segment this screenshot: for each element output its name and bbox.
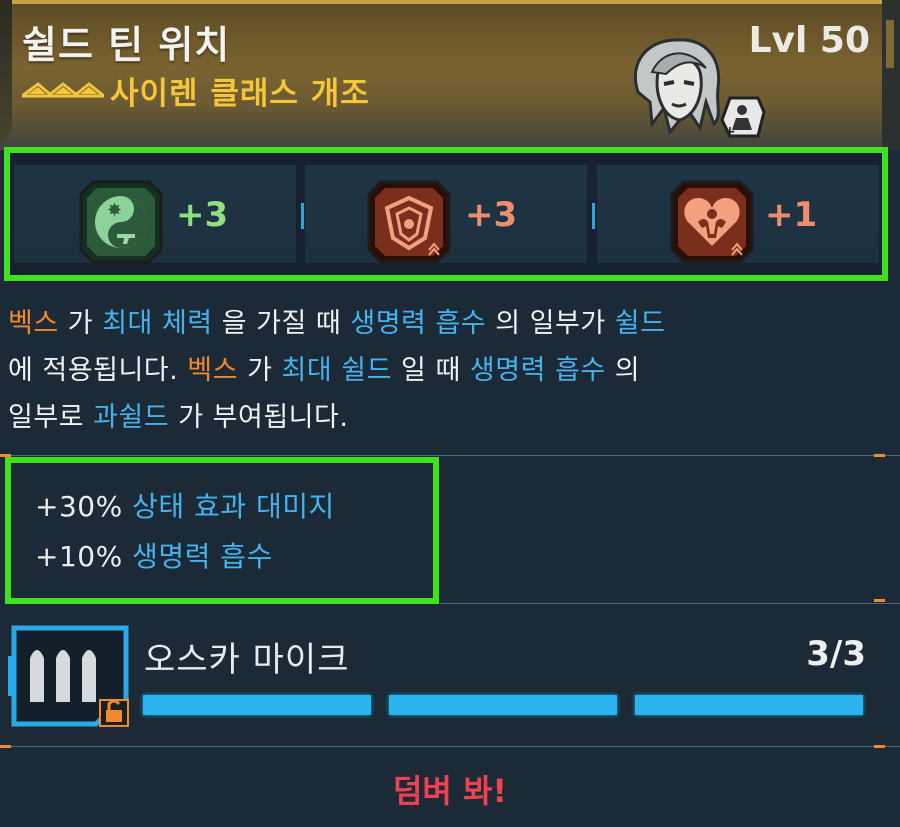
stat-line-1: +30% 상태 효과 대미지	[35, 490, 335, 523]
header-top-line	[0, 0, 900, 4]
heart-muscle-skill-icon	[670, 180, 754, 264]
divider-tick	[874, 599, 885, 602]
anointment-name: 오스카 마이크	[144, 640, 350, 680]
divider-tick	[0, 745, 11, 748]
skill-bonus-panel: ✸ +3 +3 +1	[4, 147, 888, 281]
item-name: 쉴드 틴 위치	[22, 23, 231, 67]
skill-bonus-2[interactable]: +3	[305, 165, 595, 264]
charge-segment	[635, 695, 863, 715]
item-description: 벡스 가 최대 체력 을 가질 때 생명력 흡수 의 일부가 쉴드 에 적용됩니…	[8, 300, 888, 441]
frame-nub	[886, 20, 894, 68]
item-class-label: 사이렌 클래스 개조	[110, 75, 370, 112]
section-divider	[440, 603, 900, 604]
shield-emblem-skill-icon	[367, 180, 451, 264]
anointment-count: 3/3	[806, 634, 866, 674]
stats-panel: +30% 상태 효과 대미지 +10% 생명력 흡수	[5, 457, 439, 604]
divider-tick	[874, 454, 885, 457]
siren-portrait-icon: +	[633, 38, 766, 140]
section-divider	[0, 746, 900, 747]
ammo-rounds-icon	[8, 625, 129, 727]
svg-text:✸: ✸	[107, 200, 122, 221]
item-class-row: 사이렌 클래스 개조	[22, 70, 370, 112]
charge-segment	[389, 695, 617, 715]
skill-separator	[592, 203, 595, 229]
item-header: 쉴드 틴 위치 사이렌 클래스 개조 Lvl 50 +	[0, 0, 900, 150]
skill-separator	[301, 203, 304, 229]
header-frame-left	[0, 0, 12, 150]
triple-chevron-rarity-icon	[22, 82, 104, 98]
divider-tick	[874, 745, 885, 748]
description-line-1: 벡스 가 최대 체력 을 가질 때 생명력 흡수 의 일부가 쉴드	[8, 308, 666, 339]
header-frame-right	[882, 0, 900, 150]
skill-bonus-3[interactable]: +1	[597, 165, 879, 264]
skill-bonus-1[interactable]: ✸ +3	[14, 165, 304, 264]
skill-bonus-value: +1	[765, 195, 818, 235]
yin-yang-gun-skill-icon: ✸	[79, 180, 163, 264]
class-mod-badge-icon: +	[720, 96, 766, 140]
flavor-text: 덤벼 봐!	[392, 772, 508, 810]
section-divider	[0, 455, 900, 456]
lock-icon	[99, 699, 129, 727]
skill-bonus-value: +3	[465, 195, 518, 235]
skill-bonus-value: +3	[176, 195, 229, 235]
description-line-3: 일부로 과쉴드 가 부여됩니다.	[8, 402, 349, 433]
charge-segment	[143, 695, 371, 715]
stat-line-2: +10% 생명력 흡수	[35, 540, 273, 573]
svg-text:+: +	[724, 124, 736, 140]
description-line-2: 에 적용됩니다. 벡스 가 최대 쉴드 일 때 생명력 흡수 의	[8, 355, 641, 386]
